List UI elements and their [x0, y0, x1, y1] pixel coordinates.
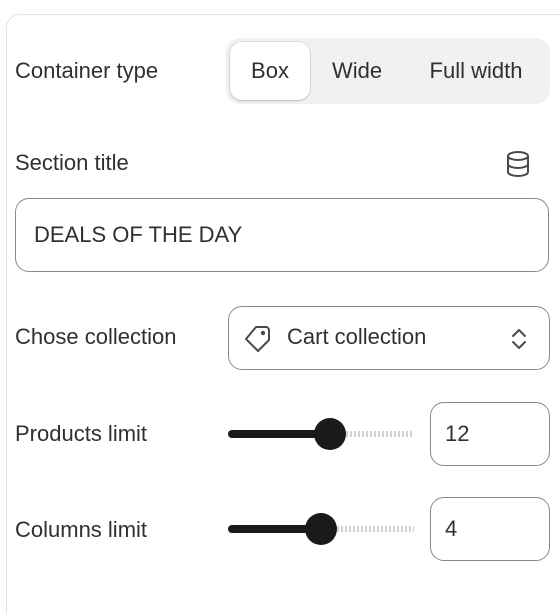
products-limit-label: Products limit: [15, 421, 148, 446]
products-limit-slider-thumb[interactable]: [314, 418, 346, 450]
collection-select-value: Cart collection: [287, 324, 427, 349]
tag-icon: [245, 326, 270, 352]
container-type-option-wide[interactable]: Wide: [316, 42, 398, 100]
products-limit-input[interactable]: [430, 402, 550, 466]
collection-select[interactable]: Cart collection: [228, 306, 550, 370]
collection-label: Chose collection: [15, 324, 177, 349]
products-limit-slider-track: [342, 431, 414, 437]
database-icon[interactable]: [504, 150, 532, 178]
select-chevron-icon: [512, 329, 526, 349]
container-type-option-full-width[interactable]: Full width: [406, 42, 546, 100]
columns-limit-slider-track: [333, 526, 414, 532]
section-title-label: Section title: [15, 150, 129, 175]
container-type-option-box[interactable]: Box: [230, 42, 310, 100]
columns-limit-label: Columns limit: [15, 517, 148, 542]
section-title-input[interactable]: [15, 198, 549, 272]
products-limit-slider[interactable]: [228, 414, 414, 454]
container-type-label: Container type: [15, 58, 159, 83]
columns-limit-slider-thumb[interactable]: [305, 513, 337, 545]
columns-limit-slider[interactable]: [228, 509, 414, 549]
container-type-segmented-control: Box Wide Full width: [226, 38, 550, 104]
columns-limit-input[interactable]: [430, 497, 550, 561]
